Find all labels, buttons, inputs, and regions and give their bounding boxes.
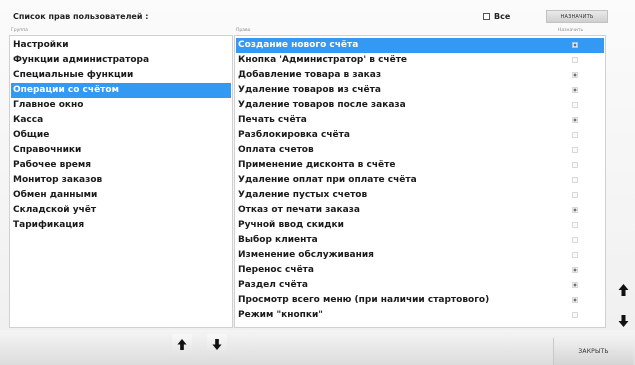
right-list-item[interactable]: Печать счёта	[236, 113, 604, 128]
assign-checkbox[interactable]	[572, 102, 578, 108]
select-all-label: Все	[494, 12, 511, 21]
assign-checkbox[interactable]	[572, 42, 578, 48]
assign-checkbox[interactable]	[572, 132, 578, 138]
right-list-item[interactable]: Создание нового счёта	[236, 38, 604, 53]
right-label: Выбор клиента	[238, 235, 318, 245]
assign-checkbox[interactable]	[572, 312, 578, 318]
rights-scroll-down-button[interactable]	[613, 311, 633, 331]
select-all-checkbox[interactable]	[483, 13, 490, 20]
assign-checkbox[interactable]	[572, 222, 578, 228]
right-label: Разблокировка счёта	[238, 130, 350, 140]
right-list-item[interactable]: Отказ от печати заказа	[236, 203, 604, 218]
assign-checkbox[interactable]	[572, 117, 578, 123]
right-label: Удаление пустых счетов	[238, 190, 368, 200]
assign-checkbox[interactable]	[572, 207, 578, 213]
right-list-item[interactable]: Просмотр всего меню (при наличии стартов…	[236, 293, 604, 308]
right-label: Кнопка 'Администратор' в счёте	[238, 55, 408, 65]
arrow-up-icon	[618, 284, 628, 296]
right-list-item[interactable]: Кнопка 'Администратор' в счёте	[236, 53, 604, 68]
right-list-item[interactable]: Выбор клиента	[236, 233, 604, 248]
select-all-toggle[interactable]: Все	[483, 11, 510, 22]
group-list-item[interactable]: Монитор заказов	[11, 173, 231, 188]
right-list-item[interactable]: Раздел счёта	[236, 278, 604, 293]
group-list-item[interactable]: Общие	[11, 128, 231, 143]
group-list-item[interactable]: Тарификация	[11, 218, 231, 233]
right-label: Отказ от печати заказа	[238, 205, 360, 215]
right-column-header: Право	[236, 28, 251, 33]
groups-scroll-up-button[interactable]	[172, 334, 192, 354]
right-label: Применение дисконта в счёте	[238, 160, 396, 170]
right-list-item[interactable]: Удаление товаров после заказа	[236, 98, 604, 113]
group-list[interactable]: Настройки Функции администратора Специальн…	[9, 35, 233, 328]
user-rights-window: Список прав пользователей : Все НАЗНАЧИТ…	[0, 0, 635, 365]
right-label: Изменение обслуживания	[238, 250, 374, 260]
assign-checkbox[interactable]	[572, 177, 578, 183]
group-list-item[interactable]: Складской учёт	[11, 203, 231, 218]
rights-list[interactable]: Создание нового счёта Кнопка 'Администрат…	[234, 35, 606, 328]
assign-checkbox[interactable]	[572, 252, 578, 258]
right-label: Создание нового счёта	[238, 40, 359, 50]
assign-checkbox[interactable]	[572, 87, 578, 93]
assign-checkbox[interactable]	[572, 237, 578, 243]
page-title: Список прав пользователей :	[13, 12, 149, 21]
group-list-item[interactable]: Операции со счётом	[11, 83, 231, 98]
group-list-item[interactable]: Обмен данными	[11, 188, 231, 203]
arrow-down-icon	[618, 315, 628, 327]
assign-checkbox[interactable]	[572, 297, 578, 303]
groups-scroll-down-button[interactable]	[207, 334, 227, 354]
group-list-item[interactable]: Справочники	[11, 143, 231, 158]
right-label: Печать счёта	[238, 115, 307, 125]
assign-checkbox[interactable]	[572, 267, 578, 273]
group-list-item[interactable]: Рабочее время	[11, 158, 231, 173]
right-label: Просмотр всего меню (при наличии стартов…	[238, 295, 490, 305]
right-list-item[interactable]: Оплата счетов	[236, 143, 604, 158]
right-label: Добавление товара в заказ	[238, 70, 382, 80]
assign-button[interactable]: НАЗНАЧИТЬ	[546, 10, 608, 23]
assign-checkbox[interactable]	[572, 282, 578, 288]
right-list-item[interactable]: Ручной ввод скидки	[236, 218, 604, 233]
right-list-item[interactable]: Удаление пустых счетов	[236, 188, 604, 203]
assign-checkbox[interactable]	[572, 57, 578, 63]
right-label: Перенос счёта	[238, 265, 314, 275]
right-list-item[interactable]: Разблокировка счёта	[236, 128, 604, 143]
right-label: Оплата счетов	[238, 145, 314, 155]
right-list-item[interactable]: Удаление товаров из счёта	[236, 83, 604, 98]
right-label: Удаление товаров после заказа	[238, 100, 406, 110]
group-list-item[interactable]: Специальные функции	[11, 68, 231, 83]
assign-checkbox[interactable]	[572, 192, 578, 198]
right-label: Удаление товаров из счёта	[238, 85, 381, 95]
rights-scroll-up-button[interactable]	[613, 280, 633, 300]
right-list-item[interactable]: Применение дисконта в счёте	[236, 158, 604, 173]
group-list-item[interactable]: Настройки	[11, 38, 231, 53]
group-column-header: Группа	[11, 28, 28, 33]
arrow-up-icon	[177, 338, 187, 350]
right-label: Раздел счёта	[238, 280, 308, 290]
assign-checkbox[interactable]	[572, 162, 578, 168]
assign-checkbox[interactable]	[572, 147, 578, 153]
close-button[interactable]: ЗАКРЫТЬ	[553, 338, 633, 365]
arrow-down-icon	[212, 338, 222, 350]
right-label: Удаление оплат при оплате счёта	[238, 175, 417, 185]
right-list-item[interactable]: Изменение обслуживания	[236, 248, 604, 263]
assign-column-header: Назначить	[558, 28, 584, 33]
right-list-item[interactable]: Добавление товара в заказ	[236, 68, 604, 83]
right-list-item[interactable]: Перенос счёта	[236, 263, 604, 278]
group-list-item[interactable]: Функции администратора	[11, 53, 231, 68]
assign-checkbox[interactable]	[572, 72, 578, 78]
group-list-item[interactable]: Касса	[11, 113, 231, 128]
right-list-item[interactable]: Удаление оплат при оплате счёта	[236, 173, 604, 188]
right-label: Ручной ввод скидки	[238, 220, 344, 230]
bottom-bar	[0, 330, 635, 365]
right-label: Режим "кнопки"	[238, 310, 323, 320]
group-list-item[interactable]: Главное окно	[11, 98, 231, 113]
right-list-item[interactable]: Режим "кнопки"	[236, 308, 604, 323]
